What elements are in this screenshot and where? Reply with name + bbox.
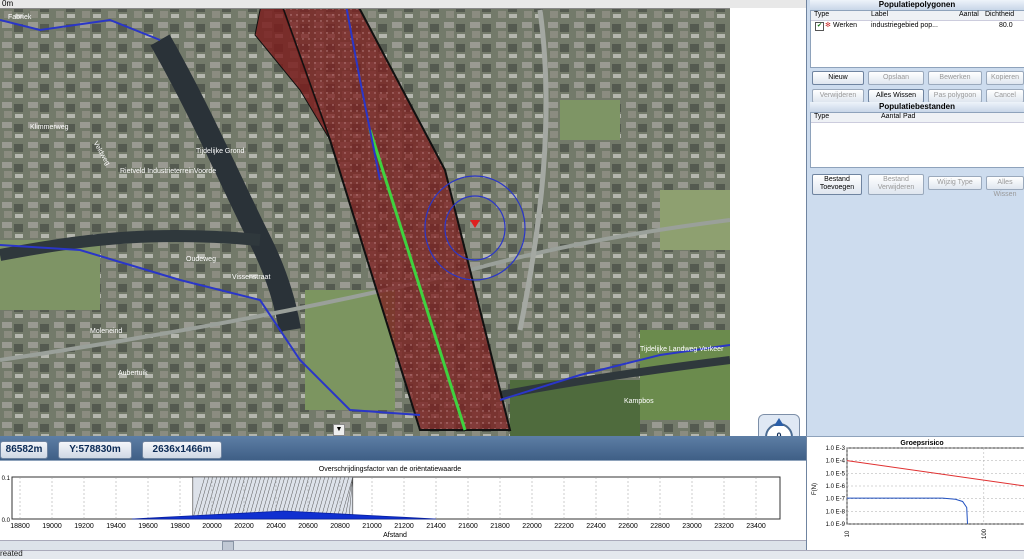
exceedance-chart-panel: Overschrijdingsfactor van de oriëntatiew… <box>0 460 806 551</box>
x-tick-label: 18800 <box>10 523 30 530</box>
table-row[interactable]: ✔ ✻ Werken industriegebied pop... 80.0 <box>811 21 1024 31</box>
chart-plot-area <box>11 476 781 520</box>
street-label: Fabriek <box>8 14 32 21</box>
populatiepolygonen-table: Type Label Aantal Dichtheid ✔ ✻ Werken i… <box>810 10 1024 68</box>
work-icon: ✻ <box>825 22 831 29</box>
x-tick-label: 21800 <box>490 523 510 530</box>
bestand-toevoegen-button[interactable]: Bestand Toevoegen <box>812 174 862 195</box>
column-header: Type <box>814 11 830 18</box>
x-tick-label: 20400 <box>266 523 286 530</box>
row-dichtheid: 80.0 <box>999 22 1013 29</box>
button-line: Toevoegen <box>819 184 855 191</box>
row-type: Werken <box>833 22 857 29</box>
chart-title: Groepsrisico <box>900 440 943 447</box>
y-coordinate-display: Y:578830m <box>58 441 132 459</box>
kopieren-button[interactable]: Kopieren <box>986 71 1024 85</box>
button-line: Bestand <box>883 176 909 183</box>
status-text: reated <box>0 549 23 558</box>
bestand-verwijderen-button[interactable]: Bestand Verwijderen <box>868 174 924 195</box>
chart-xlabel: Afstand <box>383 532 407 539</box>
x-tick-label: 23400 <box>746 523 766 530</box>
y-tick-label: 1.0 E-6 <box>826 484 846 490</box>
bewerken-button[interactable]: Bewerken <box>928 71 982 85</box>
column-header: Aantal <box>959 11 979 18</box>
row-label: industriegebied pop... <box>871 22 938 29</box>
alles-wissen-button[interactable]: Alles Wissen <box>868 89 924 103</box>
map-view[interactable]: 0m Fabriek Klimmerweg Veldweg Tijdelijke… <box>0 0 806 436</box>
table-header-row <box>811 113 1024 123</box>
pas-polygoon-aan-button[interactable]: Pas polygoon aan <box>928 89 982 111</box>
y-tick-label: 1.0 E-9 <box>826 522 846 528</box>
alles-wissen-files-button[interactable]: Alles Wissen <box>986 176 1024 198</box>
y-tick-label: 1.0 E-7 <box>826 497 846 503</box>
verwijderen-button[interactable]: Verwijderen <box>812 89 864 103</box>
x-tick-label: 22000 <box>522 523 542 530</box>
x-tick-label: 23000 <box>682 523 702 530</box>
map-vertical-scrollbar[interactable] <box>730 8 806 436</box>
populatiebestanden-table: Type Aantal Pad <box>810 112 1024 168</box>
x-tick-label: 22800 <box>650 523 670 530</box>
column-header: Label <box>871 11 889 18</box>
street-label: Moleneind <box>90 328 123 335</box>
x-tick-label: 21000 <box>362 523 382 530</box>
street-label: Aubertuik <box>118 370 148 377</box>
x-tick-label: 10 <box>845 530 851 537</box>
x-tick-label: 22400 <box>586 523 606 530</box>
x-tick-label: 21400 <box>426 523 446 530</box>
opslaan-button[interactable]: Opslaan <box>868 71 924 85</box>
groepsrisico-panel: Groepsrisico F(N) 1.0 E-3 1.0 E-4 1.0 E-5 1… <box>806 436 1024 551</box>
street-label: Tijdelijke Landweg Verkeer <box>640 346 724 353</box>
ruler-label: 0m <box>2 0 14 8</box>
x-tick-label: 23200 <box>714 523 734 530</box>
column-header: Pad <box>903 113 916 120</box>
x-tick-label: 22200 <box>554 523 574 530</box>
cancel-button[interactable]: Cancel <box>986 89 1024 103</box>
street-label: Vissenstraat <box>232 274 271 281</box>
column-header: Type <box>814 113 830 120</box>
populatiepolygonen-header: Populatiepolygonen <box>810 0 1024 10</box>
street-label: Kampbos <box>624 398 654 405</box>
y-tick-label: 1.0 E-8 <box>826 509 846 515</box>
scale-ruler: 0m <box>0 0 806 9</box>
street-label: Rietveld IndustrieterreinVoorde <box>120 168 217 175</box>
x-tick-label: 20000 <box>202 523 222 530</box>
wijzig-type-button[interactable]: Wijzig Type <box>928 176 982 190</box>
column-header: Dichtheid <box>985 11 1015 18</box>
row-checkbox[interactable]: ✔ <box>815 22 824 31</box>
x-tick-label: 100 <box>982 528 988 539</box>
x-tick-label: 19400 <box>106 523 126 530</box>
column-header: Aantal <box>881 113 901 120</box>
chart-title: Overschrijdingsfactor van de oriëntatiew… <box>319 466 462 473</box>
x-tick-label: 19600 <box>138 523 158 530</box>
street-label: Klimmerweg <box>30 124 69 131</box>
x-tick-label: 20600 <box>298 523 318 530</box>
street-label: Tijdelijke Grond <box>196 148 245 155</box>
scroll-down-icon[interactable]: ▼ <box>333 424 345 436</box>
y-tick-label: 0.1 <box>2 476 11 482</box>
chart-ylabel: F(N) <box>812 483 818 495</box>
x-tick-label: 19800 <box>170 523 190 530</box>
x-tick-label: 20200 <box>234 523 254 530</box>
button-line: Bestand <box>824 176 850 183</box>
extent-display: 2636x1466m <box>142 441 222 459</box>
y-tick-label: 1.0 E-4 <box>826 459 846 465</box>
y-tick-label: 1.0 E-5 <box>826 471 846 477</box>
exceedance-chart: Overschrijdingsfactor van de oriëntatiew… <box>2 466 781 539</box>
x-tick-label: 19000 <box>42 523 62 530</box>
y-tick-label: 1.0 E-3 <box>826 446 846 452</box>
x-tick-label: 21200 <box>394 523 414 530</box>
button-line: Verwijderen <box>877 184 915 191</box>
populatiebestanden-header: Populatiebestanden <box>810 102 1024 112</box>
x-tick-label: 20800 <box>330 523 350 530</box>
groepsrisico-chart: Groepsrisico F(N) 1.0 E-3 1.0 E-4 1.0 E-5 1… <box>812 440 1024 539</box>
x-tick-label: 22600 <box>618 523 638 530</box>
street-label: Oudeweg <box>186 256 216 263</box>
x-coordinate-display: 86582m <box>0 441 48 459</box>
x-tick-label: 19200 <box>74 523 94 530</box>
x-tick-label: 21600 <box>458 523 478 530</box>
y-tick-label: 0.0 <box>2 518 11 524</box>
nieuw-button[interactable]: Nieuw <box>812 71 864 85</box>
